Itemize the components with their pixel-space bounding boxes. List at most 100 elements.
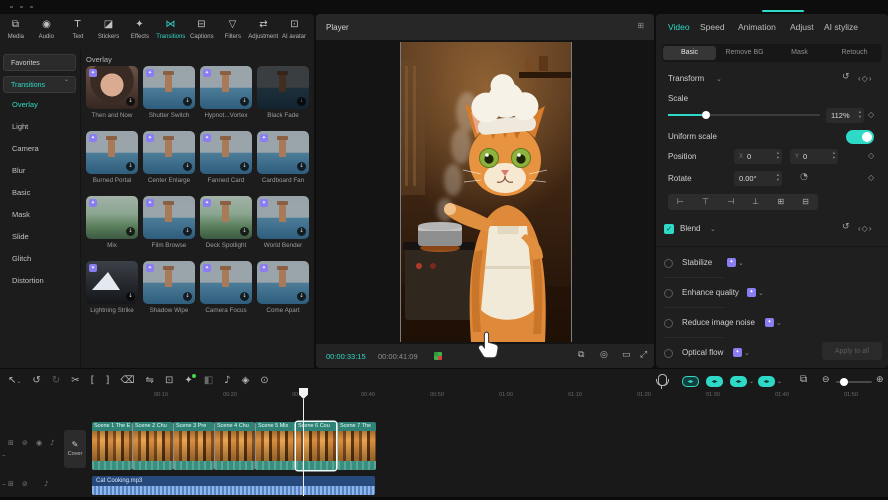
- reframe-icon[interactable]: ◎: [600, 351, 608, 360]
- toolbar-item-effects[interactable]: ✦Effects: [124, 14, 155, 50]
- timeline-display-button[interactable]: ⧉: [800, 375, 807, 385]
- delete-button[interactable]: ⌫: [120, 376, 134, 386]
- reduce-noise-checkbox[interactable]: [664, 319, 673, 328]
- preview-video[interactable]: [400, 42, 572, 342]
- uniform-scale-toggle[interactable]: [846, 130, 874, 144]
- hide-icon[interactable]: ◉: [36, 440, 42, 447]
- stepper-down-icon[interactable]: ▾: [859, 116, 861, 121]
- undo-button[interactable]: ↺: [32, 376, 40, 386]
- transition-quick-button-1[interactable]: ◂▸: [682, 376, 699, 387]
- timeline-clip[interactable]: Scene 3 Pre: [173, 422, 214, 470]
- transition-quick-button-2[interactable]: ◂▸: [706, 376, 723, 387]
- toolbar-item-filters[interactable]: ▽Filters: [217, 14, 248, 50]
- mirror-button[interactable]: ⇋: [146, 376, 154, 386]
- tab-speed[interactable]: Speed: [700, 22, 725, 32]
- transition-item[interactable]: ✦↓ Center Enlarge: [143, 131, 195, 184]
- zoom-slider-knob[interactable]: [840, 378, 848, 386]
- download-icon[interactable]: ↓: [183, 162, 192, 171]
- align-center-h-icon[interactable]: ⊞: [777, 198, 784, 206]
- subtab-retouch[interactable]: Retouch: [828, 46, 881, 60]
- transform-label[interactable]: Transform: [668, 74, 704, 83]
- audio-tool-button[interactable]: ♪: [224, 376, 230, 386]
- trim-left-button[interactable]: [: [91, 376, 95, 386]
- rotate-keyframe-icon[interactable]: ◇: [868, 173, 875, 182]
- audio-waveform[interactable]: [92, 486, 375, 495]
- timeline-clip-selected[interactable]: Scene 6 Cou: [296, 422, 336, 470]
- position-keyframe-icon[interactable]: ◇: [868, 151, 875, 160]
- download-icon[interactable]: ↓: [297, 227, 306, 236]
- rotate-dial-icon[interactable]: ◔: [800, 173, 808, 182]
- sidebar-item-camera[interactable]: Camera: [12, 144, 39, 153]
- keyframe-tool-button[interactable]: ◈: [242, 376, 250, 386]
- sidebar-item-glitch[interactable]: Glitch: [12, 254, 31, 263]
- scale-slider-knob[interactable]: [702, 111, 710, 119]
- reduce-noise-label[interactable]: Reduce image noise: [682, 318, 755, 327]
- transition-item[interactable]: ✦↓ Deck Spotlight: [200, 196, 252, 249]
- transition-item[interactable]: ✦↓ Shutter Switch: [143, 66, 195, 119]
- mute-icon[interactable]: ♪: [44, 481, 48, 488]
- position-x-field[interactable]: X 0 ▴▾: [734, 149, 782, 164]
- transition-quick-button-4[interactable]: ◂▸: [758, 376, 775, 387]
- blend-checkbox[interactable]: ✓: [664, 224, 674, 234]
- sidebar-item-slide[interactable]: Slide: [12, 232, 29, 241]
- toolbar-item-text[interactable]: TText: [62, 14, 93, 50]
- collapse-handle[interactable]: –: [2, 481, 6, 488]
- rotate-value-field[interactable]: 0.00° ▴▾: [734, 171, 782, 186]
- subtab-basic[interactable]: Basic: [663, 46, 716, 60]
- tab-video[interactable]: Video: [668, 22, 690, 32]
- timeline-clip[interactable]: Scene 5 Mix: [255, 422, 296, 470]
- stabilize-label[interactable]: Stabilize: [682, 258, 712, 267]
- blend-label[interactable]: Blend: [680, 224, 700, 233]
- align-center-v-icon[interactable]: ⊟: [802, 198, 809, 206]
- transition-item[interactable]: ✦↓ Burned Portal: [86, 131, 138, 184]
- toolbar-item-stickers[interactable]: ◪Stickers: [93, 14, 124, 50]
- reset-transform-icon[interactable]: ↺: [842, 73, 850, 82]
- transition-item[interactable]: ✦↓ Hypnot...Vortex: [200, 66, 252, 119]
- chevron-down-icon[interactable]: ⌄: [777, 379, 782, 385]
- snapshot-button[interactable]: ⊙: [260, 376, 268, 386]
- transition-item[interactable]: ✦↓ Then and Now: [86, 66, 138, 119]
- sidebar-favorites-button[interactable]: Favorites: [3, 54, 76, 71]
- timeline-clip[interactable]: Scene 1 The E: [92, 422, 132, 470]
- align-left-icon[interactable]: ⊢: [677, 198, 684, 206]
- align-top-icon[interactable]: ⊤: [702, 198, 709, 206]
- split-button[interactable]: ✂: [71, 376, 79, 386]
- tab-animation[interactable]: Animation: [738, 22, 776, 32]
- crop-button[interactable]: ⊡: [165, 376, 173, 386]
- enhance-quality-label[interactable]: Enhance quality: [682, 288, 739, 297]
- download-icon[interactable]: ↓: [240, 97, 249, 106]
- quality-badge-icon[interactable]: ▭: [622, 351, 631, 360]
- toolbar-item-ai-avatar[interactable]: ⊡AI avatar: [279, 14, 310, 50]
- zoom-out-icon[interactable]: ⊖: [822, 376, 830, 385]
- download-icon[interactable]: ↓: [297, 97, 306, 106]
- blend-keyframe-icon[interactable]: ‹◇›: [858, 224, 873, 233]
- zoom-in-icon[interactable]: ⊕: [876, 376, 884, 385]
- timeline-zoom-slider[interactable]: [836, 381, 872, 383]
- stepper-down-icon[interactable]: ▾: [777, 157, 779, 162]
- transition-item[interactable]: ✦↓ Shadow Wipe: [143, 261, 195, 314]
- sidebar-item-mask[interactable]: Mask: [12, 210, 30, 219]
- apply-to-all-button[interactable]: Apply to all: [822, 342, 882, 360]
- voiceover-mic-button[interactable]: [658, 374, 667, 386]
- select-tool-button[interactable]: ↖⌄: [8, 376, 21, 386]
- transition-item[interactable]: ↓ Black Fade: [257, 66, 309, 119]
- stepper-down-icon[interactable]: ▾: [833, 157, 835, 162]
- download-icon[interactable]: ↓: [240, 292, 249, 301]
- download-icon[interactable]: ↓: [183, 227, 192, 236]
- enhance-quality-checkbox[interactable]: [664, 289, 673, 298]
- download-icon[interactable]: ↓: [183, 97, 192, 106]
- tab-adjust[interactable]: Adjust: [790, 22, 814, 32]
- toolbar-item-captions[interactable]: ⊟Captions: [186, 14, 217, 50]
- mute-icon[interactable]: ♪: [50, 440, 54, 447]
- sidebar-category-dropdown[interactable]: Transitions ⌄: [3, 76, 76, 93]
- download-icon[interactable]: ↓: [126, 227, 135, 236]
- transition-item[interactable]: ✦↓ Mix: [86, 196, 138, 249]
- transition-item[interactable]: ✦↓ Lightning Strike: [86, 261, 138, 314]
- download-icon[interactable]: ↓: [297, 162, 306, 171]
- toolbar-item-transitions[interactable]: ⋈Transitions: [155, 14, 186, 50]
- stabilize-checkbox[interactable]: [664, 259, 673, 268]
- tab-ai-stylize[interactable]: AI stylize: [824, 22, 858, 32]
- transition-item[interactable]: ✦↓ Camera Focus: [200, 261, 252, 314]
- sidebar-item-distortion[interactable]: Distortion: [12, 276, 44, 285]
- timeline-clip[interactable]: Scene 2 Chu: [132, 422, 173, 470]
